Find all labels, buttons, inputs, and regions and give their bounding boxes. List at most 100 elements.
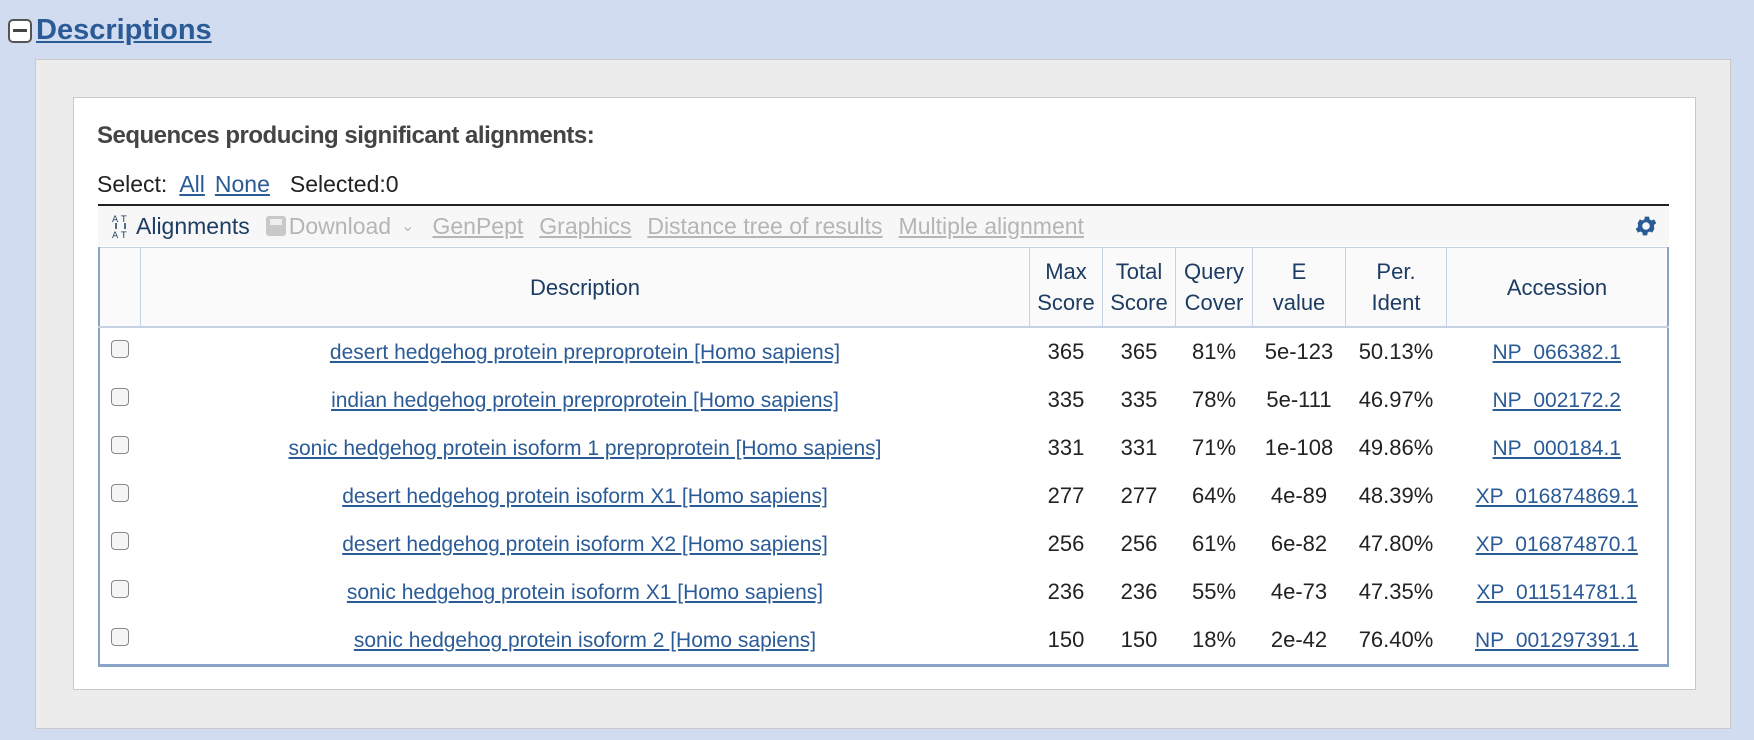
svg-text:T: T	[120, 215, 127, 225]
per-ident-cell: 48.39%	[1358, 483, 1434, 508]
chevron-down-icon[interactable]: ⌄	[401, 216, 414, 236]
row-checkbox-cell	[99, 568, 141, 616]
query-cover-cell: 78%	[1191, 387, 1237, 412]
table-header-row: Description Max Score Total Score Query Cov…	[99, 247, 1668, 328]
description-link[interactable]: desert hedgehog protein preproprotein [H…	[330, 341, 840, 364]
multiple-alignment-link[interactable]: Multiple alignment	[899, 213, 1084, 240]
row-checkbox[interactable]	[111, 436, 130, 455]
table-row: desert hedgehog protein isoform X2 [Homo…	[99, 520, 1668, 568]
accession-cell: NP_000184.1	[1447, 424, 1669, 472]
e-value-cell: 2e-42	[1270, 627, 1328, 652]
row-checkbox-cell	[99, 520, 141, 568]
description-cell: sonic hedgehog protein isoform 1 preprop…	[141, 424, 1030, 472]
row-checkbox[interactable]	[111, 484, 130, 503]
row-checkbox[interactable]	[111, 580, 130, 599]
accession-link[interactable]: NP_000184.1	[1493, 437, 1621, 460]
e-value-cell: 6e-82	[1270, 531, 1328, 556]
description-link[interactable]: desert hedgehog protein isoform X2 [Homo…	[342, 533, 828, 556]
row-checkbox-cell	[99, 616, 141, 666]
svg-text:A: A	[112, 231, 119, 239]
max-score-cell: 335	[1047, 387, 1085, 412]
sort-alignments-icon[interactable]: A T A T	[112, 213, 130, 239]
accession-link[interactable]: XP_016874869.1	[1476, 485, 1638, 508]
e-value-header-line1: E	[1291, 259, 1307, 284]
accession-link[interactable]: XP_016874870.1	[1476, 533, 1638, 556]
max-score-cell: 256	[1047, 531, 1085, 556]
row-checkbox[interactable]	[111, 532, 130, 551]
total-score-header[interactable]: Total Score	[1102, 247, 1176, 328]
results-table: Description Max Score Total Score Query Cov…	[98, 247, 1669, 667]
accession-link[interactable]: NP_066382.1	[1493, 341, 1621, 364]
accession-header[interactable]: Accession	[1446, 247, 1668, 328]
query-cover-cell: 61%	[1191, 531, 1237, 556]
accession-cell: XP_011514781.1	[1447, 568, 1669, 616]
accession-link[interactable]: XP_011514781.1	[1476, 581, 1637, 604]
row-checkbox-cell	[99, 376, 141, 424]
accession-cell: NP_002172.2	[1447, 376, 1669, 424]
distance-tree-link[interactable]: Distance tree of results	[647, 213, 882, 240]
descriptions-title-link[interactable]: Descriptions	[36, 14, 212, 47]
results-heading: Sequences producing significant alignmen…	[97, 122, 595, 149]
table-row: sonic hedgehog protein isoform X1 [Homo …	[99, 568, 1668, 616]
gear-icon[interactable]	[1633, 213, 1659, 245]
graphics-link[interactable]: Graphics	[539, 213, 631, 240]
per-ident-cell: 49.86%	[1358, 435, 1434, 460]
total-score-cell: 331	[1120, 435, 1158, 460]
query-cover-header[interactable]: Query Cover	[1175, 247, 1253, 328]
row-checkbox-cell	[99, 327, 141, 376]
query-cover-header-line1: Query	[1184, 259, 1244, 284]
table-row: sonic hedgehog protein isoform 1 preprop…	[99, 424, 1668, 472]
max-score-header-line1: Max	[1045, 259, 1087, 284]
accession-header-label: Accession	[1506, 274, 1608, 300]
row-checkbox[interactable]	[111, 340, 130, 359]
row-checkbox[interactable]	[111, 628, 130, 647]
download-button[interactable]: Download	[289, 213, 391, 240]
e-value-cell: 1e-108	[1264, 435, 1334, 460]
descriptions-section-header: Descriptions	[8, 14, 212, 47]
e-value-header-line2: value	[1272, 290, 1326, 315]
select-none-link[interactable]: None	[215, 171, 270, 198]
accession-link[interactable]: NP_001297391.1	[1475, 629, 1638, 652]
total-score-cell: 277	[1120, 483, 1158, 508]
genpept-link[interactable]: GenPept	[432, 213, 523, 240]
row-checkbox[interactable]	[111, 388, 130, 407]
table-row: desert hedgehog protein preproprotein [H…	[99, 327, 1668, 376]
per-ident-cell: 50.13%	[1358, 339, 1434, 364]
svg-text:T: T	[120, 231, 127, 239]
per-ident-cell: 76.40%	[1358, 627, 1434, 652]
max-score-header-line2: Score	[1037, 290, 1095, 315]
per-ident-cell: 47.80%	[1358, 531, 1434, 556]
description-link[interactable]: indian hedgehog protein preproprotein [H…	[331, 389, 839, 412]
max-score-cell: 365	[1047, 339, 1085, 364]
total-score-header-line1: Total	[1115, 259, 1163, 284]
table-row: desert hedgehog protein isoform X1 [Homo…	[99, 472, 1668, 520]
per-ident-header[interactable]: Per. Ident	[1345, 247, 1447, 328]
description-link[interactable]: desert hedgehog protein isoform X1 [Homo…	[342, 485, 828, 508]
description-cell: sonic hedgehog protein isoform 2 [Homo s…	[141, 616, 1030, 666]
total-score-cell: 256	[1120, 531, 1158, 556]
max-score-header[interactable]: Max Score	[1029, 247, 1103, 328]
select-row: Select: All None Selected:0	[97, 171, 399, 198]
description-cell: desert hedgehog protein isoform X2 [Homo…	[141, 520, 1030, 568]
checkbox-header	[99, 247, 141, 328]
select-all-link[interactable]: All	[179, 171, 205, 198]
accession-cell: XP_016874870.1	[1447, 520, 1669, 568]
e-value-cell: 5e-123	[1264, 339, 1334, 364]
table-row: indian hedgehog protein preproprotein [H…	[99, 376, 1668, 424]
description-link[interactable]: sonic hedgehog protein isoform 1 preprop…	[288, 437, 881, 460]
per-ident-header-line1: Per.	[1376, 259, 1416, 284]
accession-cell: NP_001297391.1	[1447, 616, 1669, 666]
description-link[interactable]: sonic hedgehog protein isoform 2 [Homo s…	[354, 629, 816, 652]
description-header[interactable]: Description	[140, 247, 1030, 328]
per-ident-cell: 46.97%	[1358, 387, 1434, 412]
accession-link[interactable]: NP_002172.2	[1493, 389, 1621, 412]
alignments-button[interactable]: Alignments	[136, 213, 250, 240]
per-ident-cell: 47.35%	[1358, 579, 1434, 604]
row-checkbox-cell	[99, 472, 141, 520]
max-score-cell: 150	[1047, 627, 1085, 652]
description-link[interactable]: sonic hedgehog protein isoform X1 [Homo …	[347, 581, 823, 604]
total-score-header-line2: Score	[1110, 290, 1168, 315]
e-value-header[interactable]: Evalue	[1252, 247, 1346, 328]
total-score-cell: 335	[1120, 387, 1158, 412]
collapse-icon[interactable]	[8, 18, 32, 43]
